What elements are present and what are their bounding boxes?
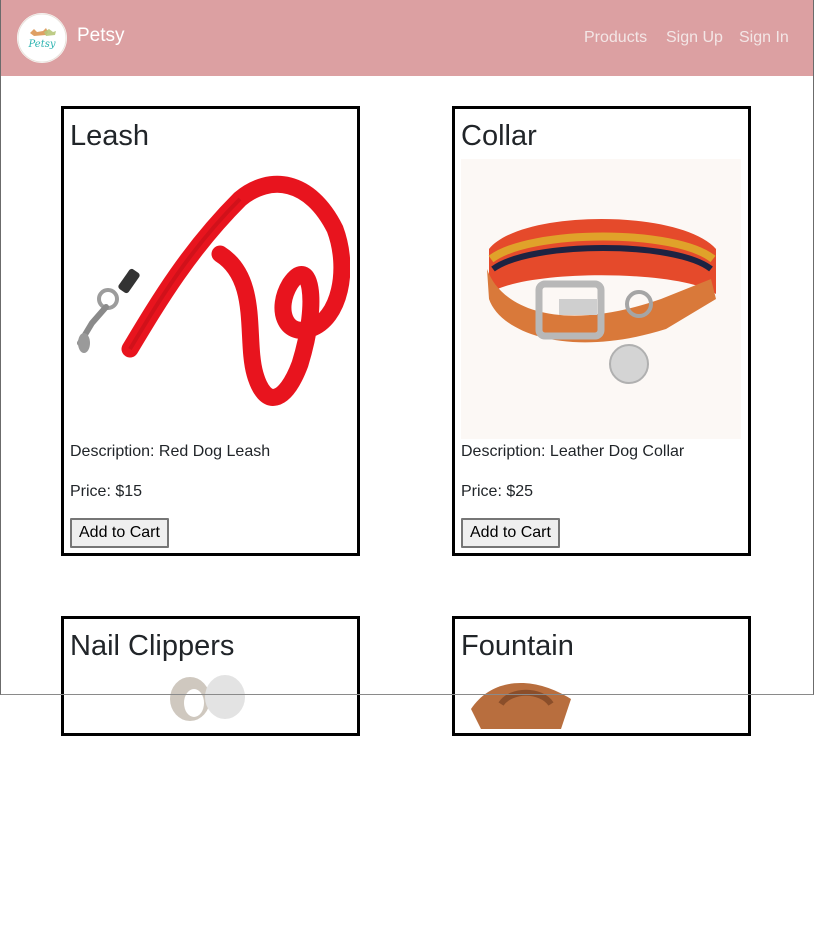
svg-text:Petsy: Petsy xyxy=(28,39,56,50)
product-price: Price: $15 xyxy=(70,483,143,500)
brand-link[interactable]: Petsy xyxy=(77,25,125,47)
product-price: Price: $25 xyxy=(461,483,534,500)
product-card-leash: Leash Description: Red Dog Leash Price: … xyxy=(61,106,360,556)
nail-clippers-image[interactable] xyxy=(70,669,350,949)
product-title: Fountain xyxy=(461,630,574,662)
nav-link-sign-in[interactable]: Sign In xyxy=(739,29,789,47)
add-to-cart-button[interactable]: Add to Cart xyxy=(461,518,560,548)
nav-link-sign-up[interactable]: Sign Up xyxy=(666,29,723,47)
product-card-fountain: Fountain xyxy=(452,616,751,736)
fountain-image[interactable] xyxy=(461,669,741,949)
product-title: Collar xyxy=(461,120,537,152)
nav-link-products[interactable]: Products xyxy=(584,29,647,47)
product-title: Leash xyxy=(70,120,150,152)
product-description: Description: Red Dog Leash xyxy=(70,443,271,460)
product-card-collar: Collar Description: Leather Dog Collar P… xyxy=(452,106,751,556)
petsy-logo[interactable]: Petsy xyxy=(17,13,67,63)
product-title: Nail Clippers xyxy=(70,630,235,662)
petsy-logo-image: Petsy xyxy=(17,13,67,63)
collar-image[interactable] xyxy=(461,159,741,439)
product-description: Description: Leather Dog Collar xyxy=(461,443,685,460)
product-card-nail-clippers: Nail Clippers xyxy=(61,616,360,736)
navbar: Petsy Petsy Products Sign Up Sign In xyxy=(0,0,814,76)
add-to-cart-button[interactable]: Add to Cart xyxy=(70,518,169,548)
leash-image[interactable] xyxy=(70,159,350,439)
